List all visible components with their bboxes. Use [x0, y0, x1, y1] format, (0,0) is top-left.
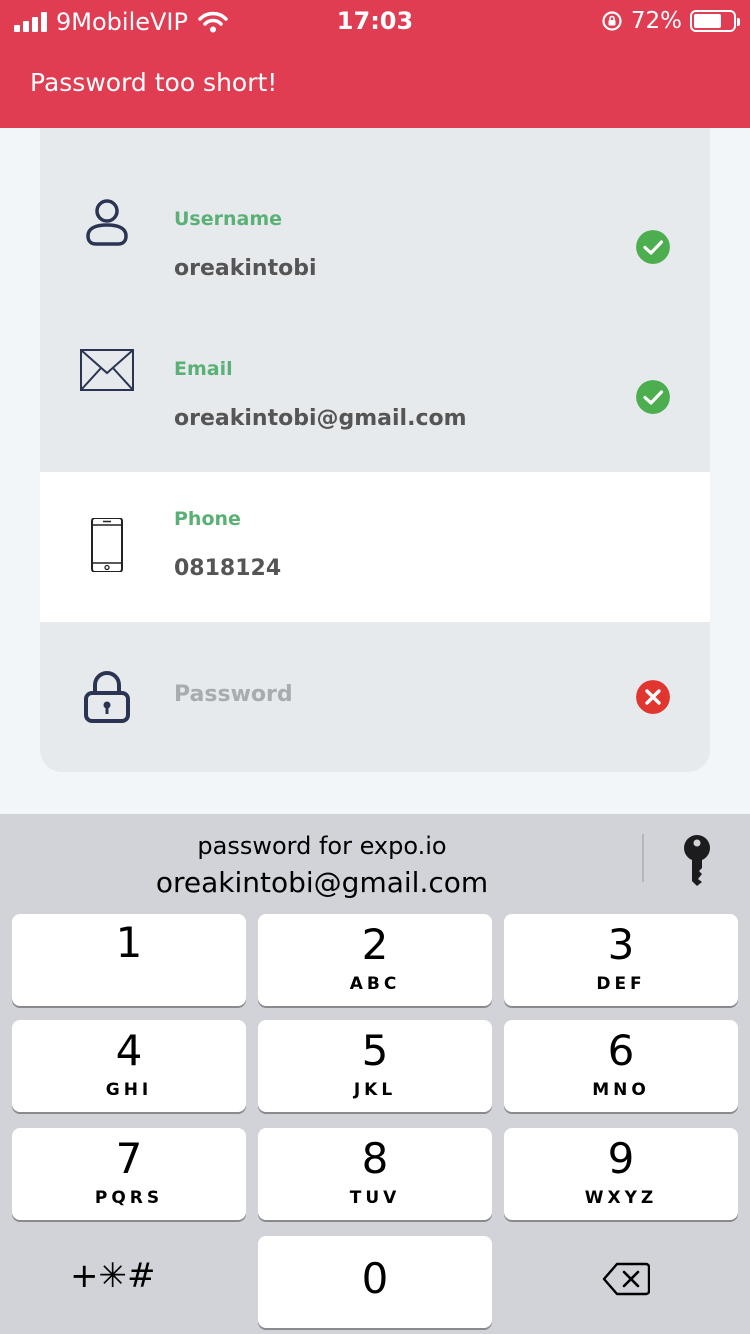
password-row[interactable]: Password	[40, 622, 710, 772]
check-icon	[636, 380, 670, 414]
autofill-account-label: oreakintobi@gmail.com	[155, 866, 489, 899]
key-3[interactable]: 3 DEF	[504, 914, 738, 1006]
error-icon	[636, 680, 670, 714]
key-letters: MNO	[592, 1080, 650, 1100]
check-icon	[636, 230, 670, 264]
key-digit: 0	[361, 1254, 389, 1303]
status-bar: 9MobileVIP 17:03 72%	[0, 0, 750, 42]
key-9[interactable]: 9 WXYZ	[504, 1128, 738, 1220]
phone-icon	[91, 518, 123, 572]
key-digit: 2	[361, 920, 389, 969]
key-0[interactable]: 0	[258, 1236, 492, 1328]
username-label: Username	[174, 208, 283, 230]
key-digit: 3	[607, 920, 635, 969]
key-letters: GHI	[105, 1080, 153, 1100]
phone-row[interactable]: Phone 0818124	[40, 472, 710, 622]
battery-percent: 72%	[630, 8, 682, 34]
email-value[interactable]: oreakintobi@gmail.com	[174, 406, 467, 431]
key-letters: JKL	[353, 1080, 397, 1100]
battery-icon	[690, 10, 740, 32]
backspace-icon[interactable]	[602, 1262, 650, 1296]
suggestion-divider	[642, 834, 644, 882]
passwords-key-icon[interactable]	[680, 834, 714, 886]
key-5[interactable]: 5 JKL	[258, 1020, 492, 1112]
email-label: Email	[174, 358, 233, 380]
key-digit: 4	[115, 1026, 143, 1075]
username-row[interactable]: Username oreakintobi	[40, 150, 710, 300]
user-icon	[86, 199, 128, 246]
password-autofill-suggestion[interactable]: password for expo.io oreakintobi@gmail.c…	[0, 814, 640, 910]
key-digit: 1	[115, 918, 143, 967]
key-2[interactable]: 2 ABC	[258, 914, 492, 1006]
envelope-icon	[80, 349, 134, 391]
password-input[interactable]: Password	[174, 682, 293, 707]
key-6[interactable]: 6 MNO	[504, 1020, 738, 1112]
numeric-keyboard: password for expo.io oreakintobi@gmail.c…	[0, 814, 750, 1334]
key-digit: 5	[361, 1026, 389, 1075]
username-value[interactable]: oreakintobi	[174, 256, 316, 281]
autofill-site-label: password for expo.io	[197, 832, 447, 860]
key-letters: ABC	[349, 974, 401, 994]
lock-icon	[84, 671, 130, 723]
top-banner: 9MobileVIP 17:03 72% Password too short!	[0, 0, 750, 128]
phone-label: Phone	[174, 508, 241, 530]
error-toast-message: Password too short!	[30, 68, 278, 97]
symbols-key[interactable]: +✳#	[70, 1256, 155, 1296]
key-digit: 7	[115, 1134, 143, 1183]
key-digit: 8	[361, 1134, 389, 1183]
key-digit: 9	[607, 1134, 635, 1183]
key-letters: TUV	[349, 1188, 401, 1208]
email-row[interactable]: Email oreakintobi@gmail.com	[40, 300, 710, 450]
orientation-lock-icon	[602, 11, 622, 31]
key-letters: WXYZ	[584, 1188, 658, 1208]
key-digit: 6	[607, 1026, 635, 1075]
key-8[interactable]: 8 TUV	[258, 1128, 492, 1220]
signup-form-card: Username oreakintobi Email oreakintobi@g…	[40, 128, 710, 772]
phone-value[interactable]: 0818124	[174, 556, 281, 581]
key-7[interactable]: 7 PQRS	[12, 1128, 246, 1220]
key-4[interactable]: 4 GHI	[12, 1020, 246, 1112]
key-letters: PQRS	[94, 1188, 164, 1208]
key-letters: DEF	[596, 974, 646, 994]
key-1[interactable]: 1	[12, 914, 246, 1006]
